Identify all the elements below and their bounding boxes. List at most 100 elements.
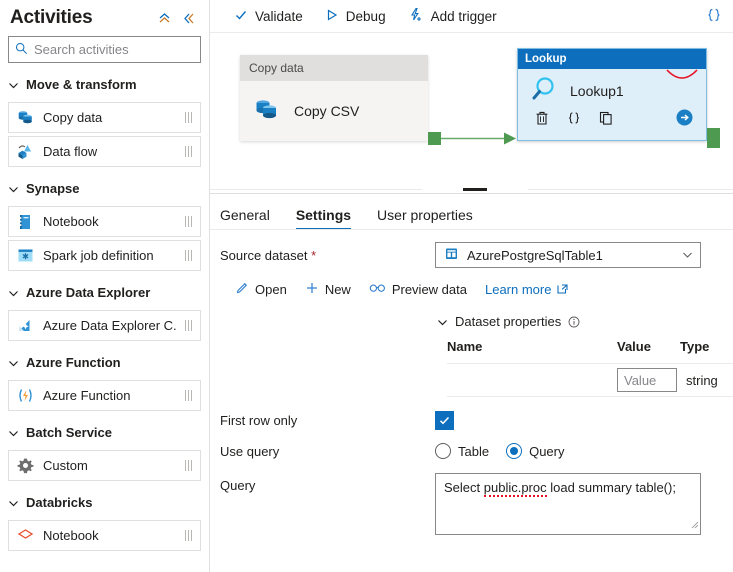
data-flow-icon [16,142,35,161]
new-label: New [324,282,351,297]
drag-handle[interactable] [185,320,194,331]
drag-handle[interactable] [185,530,194,541]
sidebar-item-notebook[interactable]: Notebook [8,206,201,237]
tab-general[interactable]: General [220,207,270,230]
debug-label: Debug [345,8,386,24]
query-textarea[interactable]: Select public.proc load summary table(); [435,473,701,535]
splitter-line-left [210,189,422,190]
activity-node-lookup1[interactable]: Lookup Lookup1 [517,48,707,141]
checkmark-icon [234,8,248,25]
drag-handle[interactable] [185,146,194,157]
preview-data-link[interactable]: Preview data [369,282,467,297]
properties-tabs: General Settings User properties [210,194,733,230]
external-link-icon [556,282,569,298]
query-text-part2: load summary table(); [546,480,676,495]
sidebar-group-label: Azure Data Explorer [26,284,151,300]
tab-user-properties[interactable]: User properties [377,207,473,230]
search-container: Search activities [0,32,209,63]
pipeline-canvas[interactable]: Copy data Copy CSV Lookup Lookup1 [210,33,733,185]
panel-splitter[interactable] [210,185,733,194]
sidebar-item-label: Data flow [43,144,98,159]
table-header-row: Name Value Type [447,339,733,363]
run-arrow-icon[interactable] [675,108,706,130]
pipeline-connector-success[interactable] [428,128,523,148]
drag-handle[interactable] [185,250,194,261]
clone-icon[interactable] [598,110,614,129]
page-title: Activities [10,7,93,28]
sidebar-group-label: Move & transform [26,76,137,92]
sidebar-group-azure-data-explorer[interactable]: Azure Data Explorer [0,277,209,307]
dataset-properties-header[interactable]: Dataset properties [437,314,733,329]
sidebar-item-spark-job-definition[interactable]: Spark job definition [8,240,201,271]
open-dataset-link[interactable]: Open [235,281,287,298]
first-row-only-checkbox[interactable] [435,411,454,430]
databricks-notebook-icon [16,526,35,545]
plus-icon [305,281,319,298]
tab-settings[interactable]: Settings [295,207,352,230]
play-triangle-icon [325,8,339,25]
notebook-icon [16,212,35,231]
sidebar-group-batch-service[interactable]: Batch Service [0,417,209,447]
validate-button[interactable]: Validate [230,5,313,28]
node-type-label: Copy data [240,55,428,81]
sidebar-item-label: Azure Function [43,388,131,403]
radio-option-table[interactable]: Table [435,443,489,459]
drag-handle[interactable] [185,390,194,401]
search-input[interactable]: Search activities [8,36,201,63]
chevron-down-icon [437,316,448,327]
sidebar-group-label: Azure Function [26,354,121,370]
query-text-part1: Select [444,480,484,495]
splitter-drag-handle[interactable] [463,188,487,191]
property-value-input[interactable]: Value [617,368,677,392]
dataset-table-icon [444,246,459,264]
sidebar-item-label: Azure Data Explorer C... [43,318,177,333]
sidebar-group-azure-function[interactable]: Azure Function [0,347,209,377]
sidebar-item-azure-data-explorer-command[interactable]: Azure Data Explorer C... [8,310,201,341]
gear-icon [16,456,35,475]
activity-node-copy-csv[interactable]: Copy data Copy CSV [240,55,428,141]
search-icon [15,42,28,58]
chevron-down-icon [8,497,19,508]
sidebar-item-copy-data[interactable]: Copy data [8,102,201,133]
sidebar-item-azure-function[interactable]: Azure Function [8,380,201,411]
table-row: Value string [447,363,733,397]
source-dataset-dropdown[interactable]: AzurePostgreSqlTable1 [435,242,701,268]
sidebar-group-databricks[interactable]: Databricks [0,487,209,517]
dataset-properties-section: Dataset properties Name Value Type Value… [210,298,733,397]
drag-handle[interactable] [185,216,194,227]
cell-type: string [686,372,718,388]
add-trigger-button[interactable]: Add trigger [404,4,507,28]
splitter-line-right [528,189,733,190]
preview-data-label: Preview data [391,282,467,297]
label-text: Source dataset [220,247,308,263]
node-type-label: Lookup [518,49,706,69]
delete-icon[interactable] [534,110,550,129]
radio-option-query[interactable]: Query [506,443,564,459]
drag-handle[interactable] [185,460,194,471]
chevron-down-icon[interactable] [682,248,693,263]
value-placeholder: Value [624,372,657,388]
use-query-label: Use query [220,443,280,459]
chevron-double-left-icon[interactable] [182,12,195,25]
sidebar-item-databricks-notebook[interactable]: Notebook [8,520,201,551]
new-dataset-link[interactable]: New [305,281,351,298]
chevron-double-up-icon[interactable] [158,12,171,25]
sidebar-item-custom[interactable]: Custom [8,450,201,481]
code-braces-icon[interactable] [566,110,582,129]
sidebar-group-synapse[interactable]: Synapse [0,173,209,203]
glasses-icon [369,282,386,297]
azure-data-explorer-icon [16,316,35,335]
info-icon[interactable] [568,316,580,328]
activity-properties-panel: General Settings User properties Source … [210,194,733,572]
chevron-down-icon [8,79,19,90]
resize-handle[interactable] [690,517,699,533]
sidebar-group-move-transform[interactable]: Move & transform [0,69,209,99]
drag-handle[interactable] [185,112,194,123]
learn-more-link[interactable]: Learn more [485,282,569,298]
dataset-action-links: Open New Preview data Learn more [210,270,733,298]
debug-button[interactable]: Debug [321,5,396,28]
sidebar-item-data-flow[interactable]: Data flow [8,136,201,167]
code-braces-icon[interactable] [706,7,726,26]
lookup-output-connector-handle[interactable] [707,128,720,148]
sidebar-item-label: Copy data [43,110,103,125]
